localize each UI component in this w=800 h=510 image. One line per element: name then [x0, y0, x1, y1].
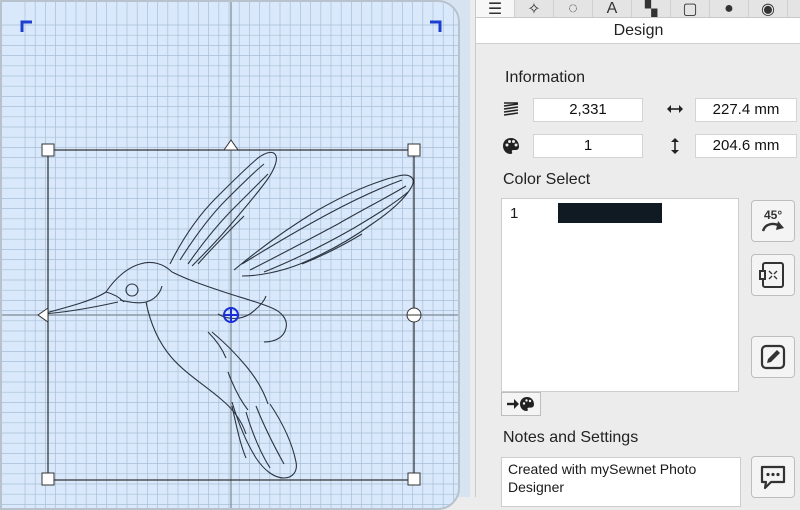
letter-a-icon[interactable]: A: [593, 0, 632, 17]
rotate-45-icon: 45°: [761, 208, 784, 232]
color-swatch: [558, 203, 662, 223]
design-height-field: 204.6 mm: [695, 134, 797, 158]
pencil-icon: [760, 344, 786, 370]
list-icon[interactable]: ☰: [476, 0, 515, 17]
sparkle-icon[interactable]: ✧: [515, 0, 554, 17]
height-arrow-icon: [664, 135, 686, 157]
color-select-list[interactable]: 1: [501, 198, 739, 392]
center-hoop-icon: [759, 262, 784, 288]
color-select-title: Color Select: [503, 171, 591, 188]
stitch-count-icon: [500, 98, 522, 120]
dotted-circle-icon[interactable]: ◌: [554, 0, 593, 17]
color-list-item[interactable]: 1: [506, 203, 734, 223]
edit-design-button[interactable]: [751, 336, 795, 378]
handle-rotate-top: [223, 139, 239, 151]
sphere-icon[interactable]: ●: [710, 0, 749, 17]
design-panel: ☰ ✧ ◌ A ▚ ▢ ● ◉ Design Information 2,331 227.4 …: [475, 0, 800, 507]
handle-bottom-left: [41, 472, 55, 486]
color-count-field: 1: [533, 134, 643, 158]
more-icon[interactable]: ◉: [749, 0, 788, 17]
rotate-45-button[interactable]: 45°: [751, 200, 795, 242]
embroidery-hoop[interactable]: [0, 0, 460, 510]
design-tab-header[interactable]: Design: [476, 18, 800, 44]
handle-top-left: [41, 143, 55, 157]
design-width-field: 227.4 mm: [695, 98, 797, 122]
notes-textarea[interactable]: Created with mySewnet Photo Designer: [501, 457, 741, 507]
fabric-icon[interactable]: ▚: [632, 0, 671, 17]
design-center-marker[interactable]: [223, 307, 239, 323]
notes-button[interactable]: [751, 456, 795, 498]
hoop-icon[interactable]: ▢: [671, 0, 710, 17]
svg-text:45°: 45°: [764, 208, 782, 222]
center-in-hoop-button[interactable]: [751, 254, 795, 296]
palette-icon: [500, 135, 522, 157]
information-title: Information: [505, 69, 586, 86]
handle-top-right: [407, 143, 421, 157]
notes-settings-title: Notes and Settings: [503, 429, 639, 446]
speech-bubble-icon: [760, 465, 786, 490]
handle-bottom-right: [407, 472, 421, 486]
grid-major-lines: [2, 2, 458, 508]
design-workspace[interactable]: [0, 0, 470, 510]
hoop-canvas[interactable]: [2, 2, 460, 510]
color-number: 1: [510, 205, 519, 222]
width-arrow-icon: [664, 98, 686, 120]
stitch-count-field: 2,331: [533, 98, 643, 122]
handle-left-arrow: [37, 307, 49, 323]
apply-color-button[interactable]: [501, 392, 541, 416]
arrow-palette-icon: [507, 397, 534, 411]
panel-toolbar: ☰ ✧ ◌ A ▚ ▢ ● ◉: [476, 0, 800, 18]
